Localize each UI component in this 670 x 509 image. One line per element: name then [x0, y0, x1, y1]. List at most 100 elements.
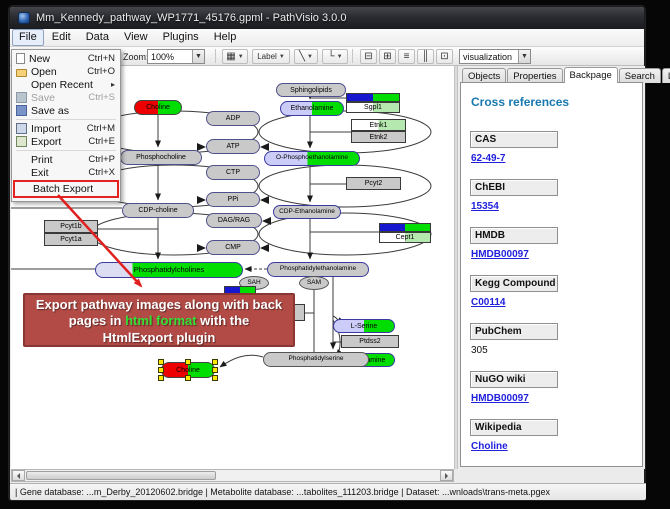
file-menu-item-new[interactable]: NewCtrl+N [13, 52, 119, 65]
node-cdp-ethanolamine[interactable]: CDP-Ethanolamine [273, 205, 341, 219]
status-bar: | Gene database: ...m_Derby_20120602.bri… [10, 483, 646, 500]
open-folder-icon [16, 69, 27, 77]
node-cept1-strip[interactable] [379, 223, 431, 232]
xref-link[interactable]: 62-49-7 [471, 153, 505, 164]
xref-source-nugo-wiki: NuGO wiki [470, 371, 558, 388]
node-phosphatidylserine[interactable]: Phosphatidylserine [263, 352, 369, 367]
file-menu-item-open-recent[interactable]: Open Recent▸ [13, 78, 119, 91]
xref-link[interactable]: Choline [471, 441, 508, 452]
menu-help[interactable]: Help [207, 29, 244, 46]
selection-handle[interactable] [212, 367, 218, 373]
node-adp[interactable]: ADP [206, 111, 260, 126]
node-sphingolipids[interactable]: Sphingolipids [276, 83, 346, 97]
menu-item-shortcut: Ctrl+P [88, 154, 115, 165]
xref-entry: HMDBHMDB00097 [470, 227, 642, 262]
align-center-button[interactable]: ⊟ [360, 49, 377, 64]
title-bar[interactable]: Mm_Kennedy_pathway_WP1771_45176.gpml - P… [10, 7, 644, 29]
node-phosphatidylethanolamine[interactable]: Phosphatidylethanolamine [267, 262, 369, 277]
toolbar-separator [352, 49, 353, 63]
selection-handle[interactable] [212, 359, 218, 365]
xref-entry: WikipediaCholine [470, 419, 642, 454]
menu-item-shortcut: Ctrl+X [88, 167, 115, 178]
node-etnk1[interactable]: Etnk1 [351, 119, 406, 131]
node-dag[interactable]: DAG/RAG [206, 213, 262, 228]
file-menu-item-print[interactable]: PrintCtrl+P [13, 153, 119, 166]
tab-backpage[interactable]: Backpage [564, 67, 618, 83]
align-middle-button[interactable]: ⊞ [379, 49, 396, 64]
stack-vertical-button[interactable]: ≡ [398, 49, 415, 64]
tab-legend[interactable]: Legend [662, 68, 670, 83]
node-l-serine[interactable]: L-Serine [333, 319, 395, 333]
horizontal-scrollbar[interactable] [11, 469, 454, 482]
file-menu-item-save-as[interactable]: Save as [13, 104, 119, 117]
export-icon [16, 136, 27, 147]
new-element-button[interactable]: ▦▼ [222, 49, 248, 64]
chevron-down-icon[interactable]: ▼ [192, 50, 204, 63]
visualization-combobox[interactable]: visualization ▼ [459, 49, 531, 64]
file-menu-item-open[interactable]: OpenCtrl+O [13, 65, 119, 78]
set-common-size-button[interactable]: ⊡ [436, 49, 453, 64]
tab-objects[interactable]: Objects [462, 68, 506, 83]
label-tool-button[interactable]: Label▼ [252, 49, 290, 64]
file-menu-item-export[interactable]: ExportCtrl+E [13, 135, 119, 148]
connector-tool-button[interactable]: └▼ [322, 49, 348, 64]
node-phosphocholine[interactable]: Phosphocholine [120, 150, 202, 165]
annotation-highlight: html format [125, 313, 197, 328]
node-pcyt1b[interactable]: Pcyt1b [44, 220, 98, 233]
xref-link[interactable]: C00114 [471, 297, 505, 308]
xref-source-pubchem: PubChem [470, 323, 558, 340]
save-as-icon [16, 105, 27, 116]
menu-file[interactable]: File [12, 29, 44, 46]
menu-data[interactable]: Data [79, 29, 116, 46]
xref-link[interactable]: 15354 [471, 201, 499, 212]
menu-edit[interactable]: Edit [45, 29, 78, 46]
node-o-phosphoethanolamine[interactable]: O-Phosphoethanolamine [264, 151, 360, 166]
node-cept1[interactable]: Cept1 [379, 232, 431, 243]
node-ptdss2[interactable]: Ptdss2 [341, 335, 399, 348]
node-ethanolamine-top[interactable]: Ethanolamine [280, 101, 344, 116]
node-sgpl1-strip[interactable] [346, 93, 400, 102]
node-pcyt2[interactable]: Pcyt2 [346, 177, 401, 190]
tab-properties[interactable]: Properties [507, 68, 562, 83]
scroll-right-icon[interactable] [440, 470, 453, 481]
file-menu-item-batch-export[interactable]: Batch Export [13, 180, 119, 198]
menu-plugins[interactable]: Plugins [156, 29, 206, 46]
line-tool-button[interactable]: ╲▼ [294, 49, 318, 64]
selection-handle[interactable] [185, 375, 191, 381]
selection-handle[interactable] [158, 367, 164, 373]
menu-view[interactable]: View [117, 29, 155, 46]
node-cdp-choline[interactable]: CDP-choline [122, 203, 194, 218]
scrollbar-thumb[interactable] [26, 471, 216, 480]
menu-item-shortcut: Ctrl+N [88, 53, 115, 64]
file-menu-item-import[interactable]: ImportCtrl+M [13, 122, 119, 135]
app-icon [18, 12, 30, 24]
tab-search[interactable]: Search [619, 68, 661, 83]
xref-link[interactable]: HMDB00097 [471, 393, 529, 404]
side-panel-tabs: ObjectsPropertiesBackpageSearchLegend [462, 67, 670, 83]
node-ctp[interactable]: CTP [206, 165, 260, 180]
node-sam[interactable]: SAM [299, 276, 329, 290]
xref-link[interactable]: HMDB00097 [471, 249, 529, 260]
selection-handle[interactable] [158, 375, 164, 381]
menu-item-label: Open Recent [31, 79, 111, 91]
chevron-down-icon: ▼ [307, 54, 313, 60]
no-icon [16, 79, 27, 90]
node-phosphatidylcholines[interactable]: Phosphatidylcholines [95, 262, 243, 278]
node-cmp[interactable]: CMP [206, 240, 260, 255]
scroll-left-icon[interactable] [12, 470, 25, 481]
stack-horizontal-button[interactable]: ║ [417, 49, 434, 64]
selection-handle[interactable] [212, 375, 218, 381]
node-sgpl1[interactable]: Sgpl1 [346, 102, 400, 113]
node-choline-top[interactable]: Choline [134, 100, 182, 115]
file-menu-item-exit[interactable]: ExitCtrl+X [13, 166, 119, 179]
zoom-combobox[interactable]: 100% ▼ [147, 49, 205, 64]
selection-handle[interactable] [158, 359, 164, 365]
chevron-down-icon[interactable]: ▼ [518, 50, 530, 63]
node-atp[interactable]: ATP [206, 139, 260, 154]
node-etnk2[interactable]: Etnk2 [351, 131, 406, 143]
menu-item-shortcut: Ctrl+O [87, 66, 115, 77]
node-pcyt1a[interactable]: Pcyt1a [44, 233, 98, 246]
selection-handle[interactable] [185, 359, 191, 365]
align-center-icon: ⊟ [364, 52, 372, 62]
node-ppi[interactable]: PPi [206, 192, 260, 207]
